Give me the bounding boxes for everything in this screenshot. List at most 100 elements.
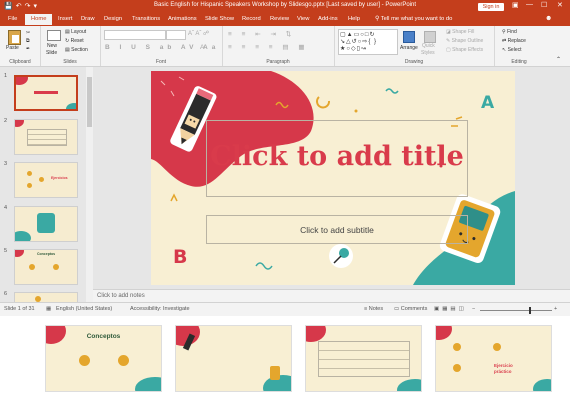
- font-family-dropdown[interactable]: [104, 30, 166, 40]
- copy-icon[interactable]: ⧉: [26, 38, 30, 44]
- minimize-icon[interactable]: —: [526, 1, 533, 8]
- new-slide-icon[interactable]: [47, 30, 61, 41]
- tab-draw[interactable]: Draw: [81, 16, 95, 22]
- tab-design[interactable]: Design: [104, 16, 122, 22]
- new-slide-label-1[interactable]: New: [47, 43, 57, 49]
- tab-file[interactable]: File: [8, 16, 17, 22]
- shape-effects-button[interactable]: ▢ Shape Effects: [446, 47, 483, 53]
- slide-thumbnail-2[interactable]: [14, 119, 78, 155]
- slide-thumbnail-3[interactable]: Ejercicios: [14, 162, 78, 198]
- lightbulb-icon: ⚲: [375, 16, 380, 22]
- sign-in-button[interactable]: Sign in: [478, 3, 504, 11]
- tab-insert[interactable]: Insert: [58, 16, 73, 22]
- arrange-icon[interactable]: [403, 31, 415, 43]
- accessibility-status[interactable]: Accessibility: Investigate: [130, 306, 190, 312]
- notes-pane[interactable]: Click to add notes: [93, 289, 570, 303]
- spelling-icon[interactable]: ▦: [46, 306, 51, 312]
- shapes-row3-icon: ★○◇▯↝: [340, 46, 367, 52]
- tab-record[interactable]: Record: [242, 16, 261, 22]
- font-size-controls-icon[interactable]: Aˆ Aˇ ☍: [188, 30, 209, 37]
- tab-review[interactable]: Review: [270, 16, 289, 22]
- thumb-5-title: Conceptos: [37, 252, 56, 256]
- cut-icon[interactable]: ✂: [26, 30, 30, 36]
- layout-button[interactable]: ▤ Layout: [65, 29, 86, 35]
- new-slide-label-2[interactable]: Slide: [46, 50, 57, 56]
- slide-thumbnails-pane: 1 2 3 Ejercicios 4 5 Conceptos 6: [0, 67, 86, 306]
- slide-thumbnail-1[interactable]: [14, 75, 78, 111]
- shapes-gallery[interactable]: ▢▲▭○□↻ ↘△↺○⇨{ } ★○◇▯↝: [338, 29, 398, 55]
- list-buttons[interactable]: ≡ ≡ ⇤ ⇥ ⇅: [228, 30, 295, 38]
- thumbnails-scrollbar[interactable]: [86, 67, 93, 302]
- font-label: Font: [155, 59, 166, 65]
- quick-styles-label-1[interactable]: Quick: [422, 43, 435, 49]
- tell-me-search[interactable]: ⚲ Tell me what you want to do: [375, 16, 452, 22]
- alignment-buttons[interactable]: ≡ ≡ ≡ ≡ ▤ ▦: [228, 43, 308, 51]
- shapes-icon: ▢▲▭○□↻: [340, 32, 376, 38]
- preview-slide-title[interactable]: [175, 325, 292, 392]
- cursor-icon: ↖: [502, 47, 507, 53]
- moon-doodle: [316, 96, 330, 109]
- maximize-icon[interactable]: ☐: [541, 1, 547, 9]
- slide-thumbnail-5[interactable]: Conceptos: [14, 249, 78, 285]
- preview-title-line-1: Ejercicio: [494, 363, 513, 368]
- language-status[interactable]: English (United States): [56, 306, 112, 312]
- shape-fill-button[interactable]: ◪ Shape Fill: [446, 29, 474, 35]
- notes-label: Notes: [368, 306, 384, 312]
- find-label: Find: [507, 29, 517, 35]
- subtitle-placeholder[interactable]: Click to add subtitle: [206, 215, 468, 244]
- preview-slide-conceptos[interactable]: Conceptos: [45, 325, 162, 392]
- close-icon[interactable]: ✕: [557, 1, 563, 9]
- format-painter-icon[interactable]: ✒: [26, 46, 30, 52]
- comment-icon: ▭: [394, 306, 400, 312]
- tell-me-label: Tell me what you want to do: [380, 16, 453, 22]
- paragraph-label: Paragraph: [266, 59, 290, 65]
- clipboard-label: Clipboard: [9, 59, 31, 65]
- notes-button[interactable]: ≡ Notes: [364, 306, 383, 312]
- replace-button[interactable]: ⇄ Replace: [502, 38, 526, 44]
- paste-icon[interactable]: [8, 30, 21, 45]
- font-color-icon[interactable]: A: [200, 44, 204, 51]
- slide-thumbnail-4[interactable]: [14, 206, 78, 242]
- zoom-out-icon[interactable]: −: [472, 306, 475, 312]
- section-button[interactable]: ▤ Section: [65, 47, 88, 53]
- title-placeholder[interactable]: Click to add title: [206, 120, 468, 197]
- tab-help[interactable]: Help: [348, 16, 360, 22]
- arrange-button[interactable]: Arrange: [400, 45, 418, 51]
- reset-button[interactable]: ↻ Reset: [65, 38, 84, 44]
- share-icon[interactable]: ☻: [545, 15, 552, 22]
- tab-transitions[interactable]: Transitions: [132, 16, 160, 22]
- shape-effects-label: Shape Effects: [452, 47, 484, 53]
- shape-outline-button[interactable]: ✎ Shape Outline: [446, 38, 483, 44]
- collapse-ribbon-icon[interactable]: ⌃: [556, 56, 561, 63]
- letter-a-decoration: A: [481, 93, 495, 113]
- slides-group: New Slide ▤ Layout ↻ Reset ▤ Section Sli…: [40, 26, 101, 66]
- comments-button[interactable]: ▭ Comments: [394, 306, 427, 312]
- view-buttons[interactable]: ▣▦▤◫: [434, 306, 467, 312]
- ribbon-display-icon[interactable]: ▣: [512, 1, 519, 9]
- tab-home[interactable]: Home: [25, 14, 53, 25]
- preview-slide-ejercicio[interactable]: Ejercicio práctico: [435, 325, 552, 392]
- drawing-group: ▢▲▭○□↻ ↘△↺○⇨{ } ★○◇▯↝ Arrange Quick Styl…: [334, 26, 495, 66]
- select-button[interactable]: ↖ Select: [502, 47, 522, 53]
- tab-slide-show[interactable]: Slide Show: [205, 16, 234, 22]
- paste-button[interactable]: Paste: [6, 45, 19, 51]
- replace-icon: ⇄: [502, 38, 507, 44]
- zoom-in-icon[interactable]: +: [554, 306, 557, 312]
- title-placeholder-text: Click to add title: [210, 141, 464, 172]
- comments-label: Comments: [400, 306, 428, 312]
- squiggle-doodle-2: [385, 88, 399, 94]
- font-size-dropdown[interactable]: [166, 30, 186, 40]
- letter-b-decoration: B: [173, 246, 188, 268]
- tab-animations[interactable]: Animations: [168, 16, 197, 22]
- section-icon: ▤: [65, 47, 70, 53]
- zoom-slider-thumb[interactable]: [529, 307, 531, 314]
- tab-add-ins[interactable]: Add-ins: [318, 16, 338, 22]
- scrollbar-thumb[interactable]: [87, 77, 92, 127]
- quick-styles-label-2[interactable]: Styles: [421, 50, 435, 56]
- quick-styles-icon[interactable]: [424, 31, 436, 43]
- tab-view[interactable]: View: [297, 16, 309, 22]
- zoom-slider[interactable]: [480, 307, 552, 314]
- slide-canvas[interactable]: B A Click to add title Click to add subt…: [151, 71, 515, 285]
- find-button[interactable]: ⚲ Find: [502, 29, 517, 35]
- preview-slide-table[interactable]: [305, 325, 422, 392]
